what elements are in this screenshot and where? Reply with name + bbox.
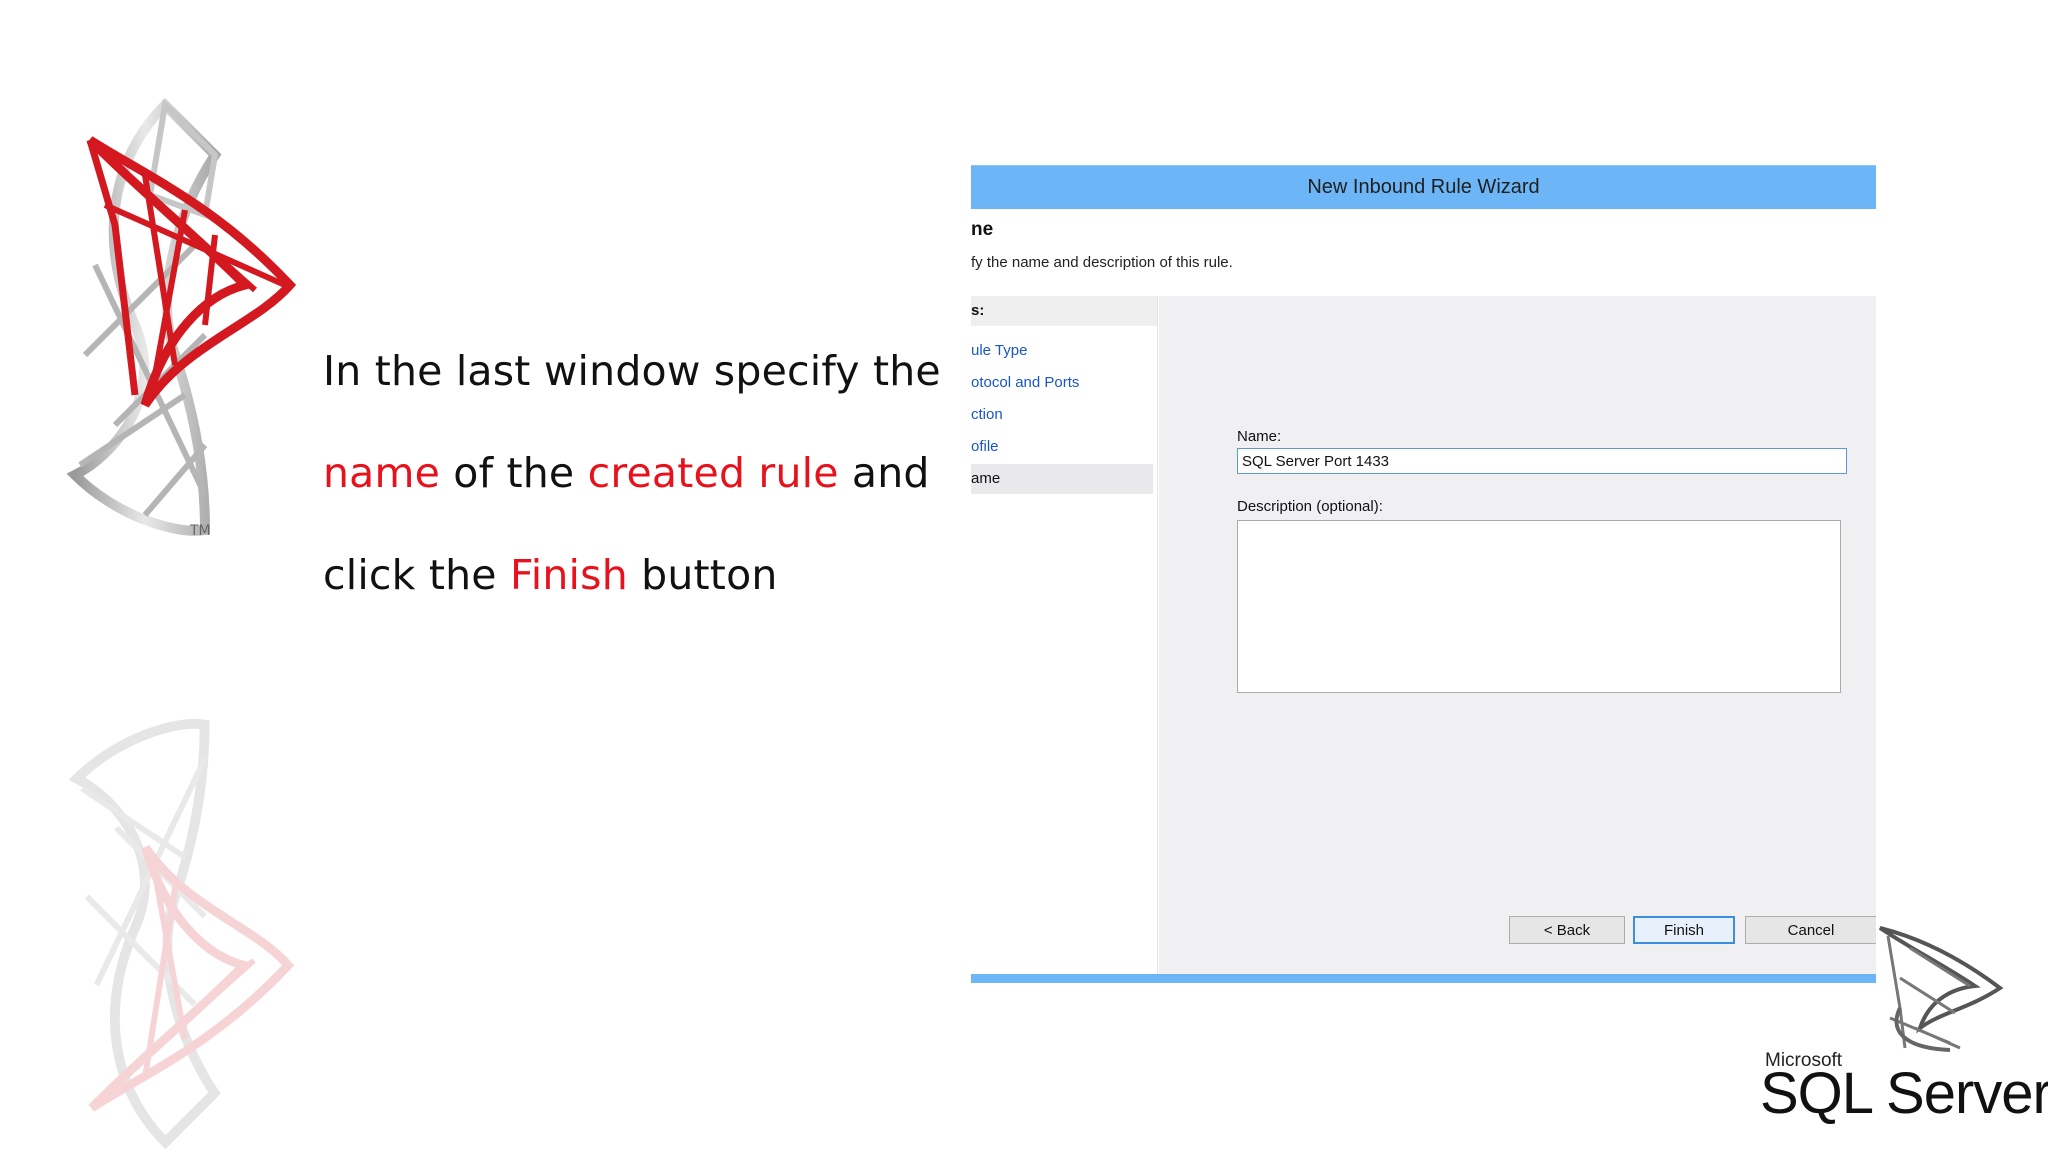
inbound-rule-wizard-window: New Inbound Rule Wizard ne fy the name a… — [971, 165, 1876, 985]
sql-server-logo-icon — [66, 97, 297, 536]
description-label: Description (optional): — [1237, 498, 1383, 515]
back-button[interactable]: < Back — [1509, 916, 1625, 944]
rule-name-input[interactable] — [1237, 448, 1847, 474]
window-bottom-border — [971, 974, 1876, 983]
instruction-text: of the — [440, 449, 588, 497]
window-title: New Inbound Rule Wizard — [1307, 176, 1540, 198]
instruction-text: button — [627, 551, 778, 599]
step-name[interactable]: ame — [971, 464, 1153, 494]
slide-instruction-text: In the last window specify the name of t… — [323, 320, 943, 626]
step-rule-type[interactable]: ule Type — [971, 336, 1153, 366]
steps-heading: s: — [971, 296, 1157, 326]
instruction-line-1: In the last window specify the — [323, 347, 941, 395]
instruction-text: click the — [323, 551, 510, 599]
step-action[interactable]: ction — [971, 400, 1153, 430]
wizard-page-description: fy the name and description of this rule… — [971, 254, 1233, 271]
instruction-line-3: click the Finish button — [323, 524, 943, 626]
step-protocol-and-ports[interactable]: otocol and Ports — [971, 368, 1153, 398]
highlight-created-rule: created rule — [587, 449, 839, 497]
sql-server-logo-reflection-icon — [68, 718, 295, 1150]
instruction-text: and — [838, 449, 930, 497]
highlight-name: name — [323, 449, 441, 497]
sql-server-wordmark: SQL Server — [1760, 1061, 2048, 1126]
name-label: Name: — [1237, 428, 1282, 445]
window-title-bar[interactable]: New Inbound Rule Wizard — [971, 165, 1876, 209]
instruction-line-2: name of the created rule and — [323, 422, 943, 524]
finish-button[interactable]: Finish — [1633, 916, 1735, 944]
trademark-mark: TM — [190, 523, 211, 539]
highlight-finish: Finish — [509, 551, 628, 599]
wizard-page-title: ne — [971, 219, 994, 240]
step-profile[interactable]: ofile — [971, 432, 1153, 462]
wizard-steps-panel: s: ule Type otocol and Ports ction ofile… — [971, 296, 1158, 976]
cancel-button[interactable]: Cancel — [1745, 916, 1876, 944]
wizard-content-panel: Name: Description (optional): < Back Fin… — [1159, 296, 1876, 976]
sql-server-corner-logo-icon — [1878, 926, 2004, 1052]
rule-description-input[interactable] — [1237, 520, 1841, 693]
